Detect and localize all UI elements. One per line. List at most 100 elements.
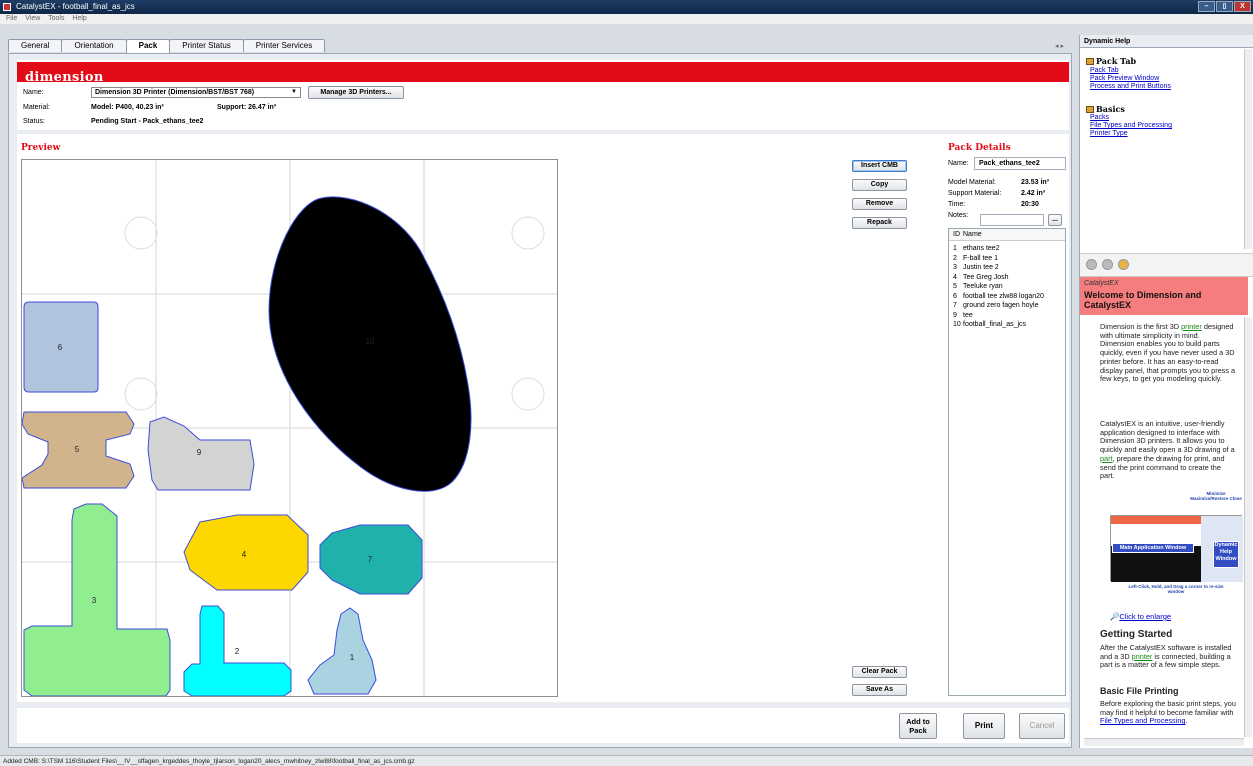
preview-title: Preview	[21, 143, 61, 153]
part-3[interactable]	[23, 503, 171, 696]
printer-link[interactable]: printer	[1181, 322, 1202, 331]
col-name-header[interactable]: Name	[963, 229, 982, 240]
home-icon[interactable]	[1118, 259, 1129, 270]
book-icon	[1086, 106, 1094, 113]
menu-view[interactable]: View	[25, 15, 40, 22]
help-para-4: Before exploring the basic print steps, …	[1100, 700, 1236, 726]
tab-general[interactable]: General	[8, 39, 63, 52]
time-value: 20:30	[1021, 201, 1039, 208]
help-link-file-types[interactable]: File Types and Processing	[1090, 122, 1172, 129]
list-item[interactable]: 1 ethans tee2	[949, 244, 1065, 254]
maximize-button[interactable]: ▯	[1216, 1, 1233, 12]
help-link-pack-preview[interactable]: Pack Preview Window	[1090, 75, 1159, 82]
dimension-logo: dimension	[25, 70, 104, 85]
tab-scroll-arrows-icon[interactable]: ◂ ▸	[1055, 42, 1064, 50]
help-link-packs[interactable]: Packs	[1090, 114, 1109, 121]
tab-orientation[interactable]: Orientation	[61, 39, 127, 52]
menu-bar: File View Tools Help	[0, 14, 1253, 24]
model-material-amount: 23.53 in³	[1021, 179, 1050, 186]
help-para-3: After the CatalystEX software is install…	[1100, 643, 1232, 670]
getting-started-heading: Getting Started	[1100, 629, 1173, 640]
part-label-3: 3	[92, 596, 97, 605]
help-horizontal-scrollbar[interactable]	[1084, 738, 1244, 746]
time-label: Time:	[948, 201, 966, 208]
pack-tab-panel: dimension Name: Dimension 3D Printer (Di…	[8, 53, 1072, 748]
insert-cmb-button[interactable]: Insert CMB	[852, 160, 907, 172]
notes-input[interactable]	[980, 214, 1044, 226]
basic-file-printing-heading: Basic File Printing	[1100, 686, 1179, 696]
copy-button[interactable]: Copy	[852, 179, 907, 191]
help-screenshot-image[interactable]: Minimize Maximize/Restore Close Main App…	[1110, 491, 1243, 603]
list-item[interactable]: 4 Tee Greg Josh	[949, 273, 1065, 283]
part-1[interactable]	[307, 607, 377, 695]
menu-help[interactable]: Help	[72, 15, 86, 22]
window-title: CatalystEX - football_final_as_jcs	[16, 2, 135, 11]
app-icon	[3, 3, 11, 11]
list-item[interactable]: 10 football_final_as_jcs	[949, 320, 1065, 330]
support-material-label: Support Material:	[948, 190, 1002, 197]
part-label-4: 4	[242, 550, 247, 559]
help-content-scrollbar[interactable]	[1244, 317, 1252, 737]
welcome-subtitle: CatalystEX	[1084, 280, 1119, 287]
model-material-label: Model Material:	[948, 179, 996, 186]
name-label: Name:	[23, 89, 44, 96]
notes-label: Notes:	[948, 212, 969, 219]
tab-printer-status[interactable]: Printer Status	[169, 39, 244, 52]
back-icon[interactable]	[1086, 259, 1097, 270]
help-index-scrollbar[interactable]	[1244, 49, 1252, 249]
pack-preview-canvas[interactable]: 10 6 5 9 4 7 3 2 1	[21, 159, 558, 697]
image-resize-caption: Left-Click, Hold, and Drag a corner to r…	[1128, 584, 1224, 594]
menu-tools[interactable]: Tools	[48, 15, 64, 22]
notes-browse-button[interactable]: ...	[1048, 214, 1062, 226]
magnifier-icon: 🔎	[1110, 612, 1120, 621]
part-label-5: 5	[75, 445, 80, 454]
list-item[interactable]: 2 F-ball tee 1	[949, 254, 1065, 264]
pack-parts-list: ID Name 1 ethans tee2 2 F-ball tee 1 3 Just…	[948, 228, 1066, 696]
part-link[interactable]: part	[1100, 454, 1113, 463]
tab-printer-services[interactable]: Printer Services	[242, 39, 326, 52]
help-link-printer-type[interactable]: Printer Type	[1090, 130, 1128, 137]
print-button[interactable]: Print	[963, 713, 1005, 739]
close-button[interactable]: X	[1234, 1, 1251, 12]
tab-pack[interactable]: Pack	[125, 39, 171, 53]
col-id-header[interactable]: ID	[949, 229, 963, 240]
status-bar: Added CMB: S:\TSM 116\Student Files\__IV…	[0, 755, 1253, 766]
help-welcome-banner: CatalystEX Welcome to Dimension and Cata…	[1080, 277, 1248, 315]
list-item[interactable]: 7 ground zero fagen hoyle	[949, 301, 1065, 311]
part-label-9: 9	[197, 448, 202, 457]
repack-button[interactable]: Repack	[852, 217, 907, 229]
pack-preview-svg: 10 6 5 9 4 7 3 2 1	[22, 160, 557, 696]
part-label-7: 7	[368, 555, 373, 564]
printer-link-2[interactable]: printer	[1132, 652, 1153, 661]
clear-pack-button[interactable]: Clear Pack	[852, 666, 907, 678]
cancel-button[interactable]: Cancel	[1019, 713, 1065, 739]
image-minimize-caption: Minimize Maximize/Restore Close	[1190, 491, 1242, 501]
help-link-process-print[interactable]: Process and Print Buttons	[1090, 83, 1171, 90]
list-item[interactable]: 5 Teeluke ryan	[949, 282, 1065, 292]
printer-header: dimension Name: Dimension 3D Printer (Di…	[17, 60, 1069, 130]
remove-button[interactable]: Remove	[852, 198, 907, 210]
help-link-pack-tab[interactable]: Pack Tab	[1090, 67, 1119, 74]
save-as-button[interactable]: Save As	[852, 684, 907, 696]
add-to-pack-button[interactable]: Add to Pack	[899, 713, 937, 739]
part-label-2: 2	[235, 647, 240, 656]
forward-icon[interactable]	[1102, 259, 1113, 270]
file-types-link[interactable]: File Types and Processing	[1100, 716, 1185, 726]
pack-name-input[interactable]: Pack_ethans_tee2	[974, 157, 1066, 170]
brand-bar: dimension	[17, 62, 1069, 85]
manage-printers-button[interactable]: Manage 3D Printers...	[308, 86, 404, 99]
list-item[interactable]: 3 Justin tee 2	[949, 263, 1065, 273]
click-to-enlarge[interactable]: 🔎Click to enlarge	[1110, 612, 1171, 621]
window-titlebar: CatalystEX - football_final_as_jcs – ▯ X	[0, 0, 1253, 14]
support-material-amount: 2.42 in³	[1021, 190, 1046, 197]
model-material-value: Model: P400, 40.23 in³	[91, 104, 164, 111]
help-para-2: CatalystEX is an intuitive, user-friendl…	[1100, 419, 1235, 481]
main-tabs: General Orientation Pack Printer Status …	[8, 39, 326, 53]
list-item[interactable]: 9 tee	[949, 311, 1065, 321]
part-label-1: 1	[350, 653, 355, 662]
help-para-1: Dimension is the first 3D printer design…	[1100, 322, 1236, 384]
printer-select[interactable]: Dimension 3D Printer (Dimension/BST/BST …	[91, 87, 301, 98]
minimize-button[interactable]: –	[1198, 1, 1215, 12]
list-item[interactable]: 6 football tee zlw88 logan20	[949, 292, 1065, 302]
menu-file[interactable]: File	[6, 15, 17, 22]
